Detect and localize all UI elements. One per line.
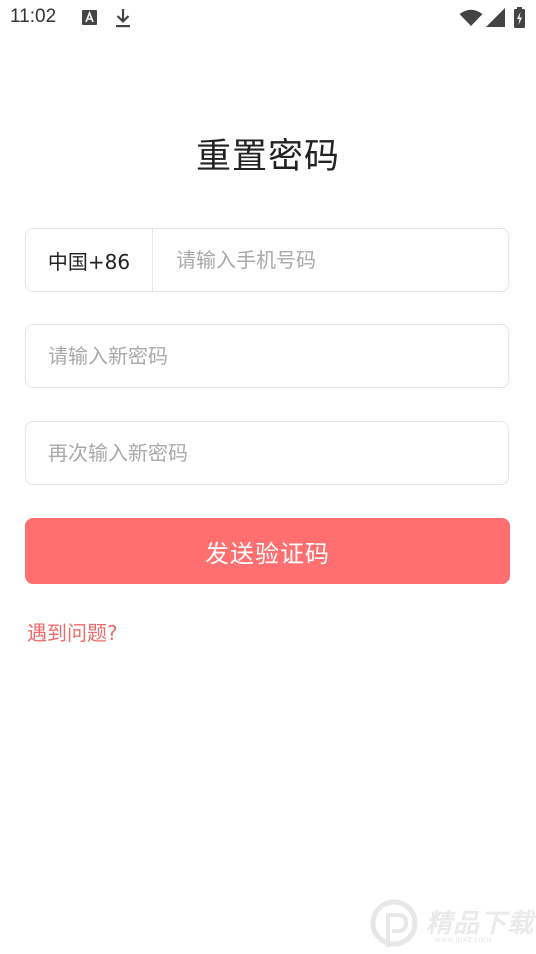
confirm-password-input[interactable] (48, 422, 488, 484)
font-icon (82, 10, 97, 29)
send-code-button[interactable]: 发送验证码 (25, 518, 510, 584)
help-link[interactable]: 遇到问题? (27, 617, 118, 646)
phone-field: 中国+86 (25, 228, 509, 292)
watermark-url: www.jpxz.com (434, 935, 492, 944)
phone-input[interactable] (176, 229, 496, 291)
status-time: 11:02 (10, 6, 57, 27)
signal-icon (486, 8, 506, 31)
page-title: 重置密码 (195, 137, 340, 177)
download-icon (114, 8, 132, 32)
country-code-selector[interactable]: 中国+86 (26, 229, 153, 291)
watermark-logo-icon (370, 899, 418, 947)
new-password-field (25, 324, 509, 388)
confirm-password-field (25, 421, 509, 485)
status-bar: 11:02 (0, 0, 536, 36)
new-password-input[interactable] (48, 325, 488, 387)
battery-icon (514, 7, 525, 32)
watermark: 精品下载 www.jpxz.com (368, 895, 536, 954)
wifi-icon (459, 9, 483, 31)
